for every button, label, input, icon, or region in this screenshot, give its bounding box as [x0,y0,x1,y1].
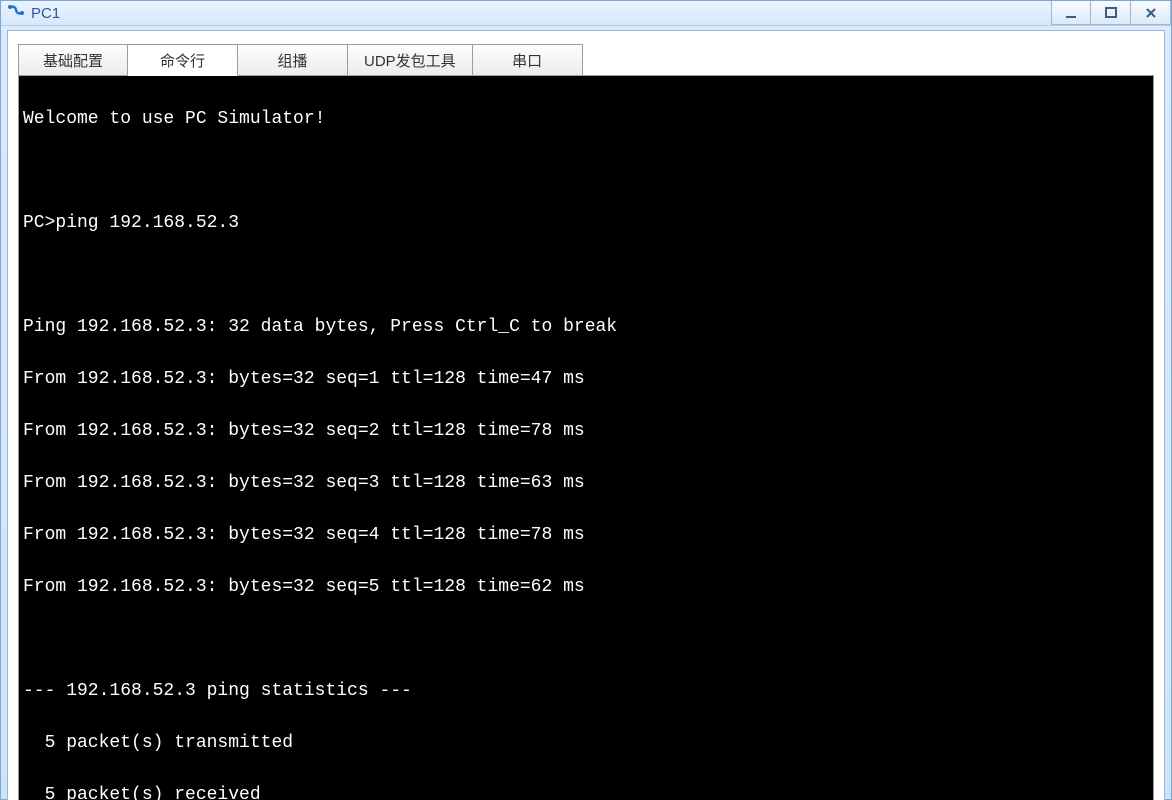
terminal[interactable]: Welcome to use PC Simulator! PC>ping 192… [18,75,1154,800]
app-icon [7,4,25,22]
terminal-blank [23,262,1149,288]
tab-basic-config[interactable]: 基础配置 [18,44,128,76]
tab-serial[interactable]: 串口 [473,44,583,76]
tab-multicast[interactable]: 组播 [238,44,348,76]
tab-command-line[interactable]: 命令行 [128,44,238,76]
tab-udp-tool[interactable]: UDP发包工具 [348,44,473,76]
terminal-line: 5 packet(s) transmitted [23,730,1149,756]
tab-label: 串口 [512,50,542,71]
terminal-line: PC>ping 192.168.52.3 [23,210,1149,236]
terminal-line: --- 192.168.52.3 ping statistics --- [23,678,1149,704]
terminal-blank [23,626,1149,652]
window-frame: PC1 基础配置 命令行 组播 UDP发包工具 串口 [0,0,1172,800]
terminal-line: 5 packet(s) received [23,782,1149,800]
terminal-line: From 192.168.52.3: bytes=32 seq=1 ttl=12… [23,366,1149,392]
terminal-line: From 192.168.52.3: bytes=32 seq=3 ttl=12… [23,470,1149,496]
window-title: PC1 [31,5,60,22]
tab-label: 组播 [277,50,307,71]
titlebar[interactable]: PC1 [1,1,1171,26]
terminal-line: From 192.168.52.3: bytes=32 seq=2 ttl=12… [23,418,1149,444]
tab-label: 基础配置 [43,50,103,71]
terminal-line: Welcome to use PC Simulator! [23,106,1149,132]
close-button[interactable] [1131,1,1171,25]
maximize-button[interactable] [1091,1,1131,25]
terminal-blank [23,158,1149,184]
minimize-button[interactable] [1051,1,1091,25]
tab-label: 命令行 [160,50,205,71]
tabstrip: 基础配置 命令行 组播 UDP发包工具 串口 [18,41,1154,75]
terminal-line: From 192.168.52.3: bytes=32 seq=4 ttl=12… [23,522,1149,548]
window-controls [1051,1,1171,25]
tab-label: UDP发包工具 [364,50,456,71]
terminal-line: Ping 192.168.52.3: 32 data bytes, Press … [23,314,1149,340]
terminal-line: From 192.168.52.3: bytes=32 seq=5 ttl=12… [23,574,1149,600]
client-area: 基础配置 命令行 组播 UDP发包工具 串口 Welcome to use PC… [7,30,1165,800]
